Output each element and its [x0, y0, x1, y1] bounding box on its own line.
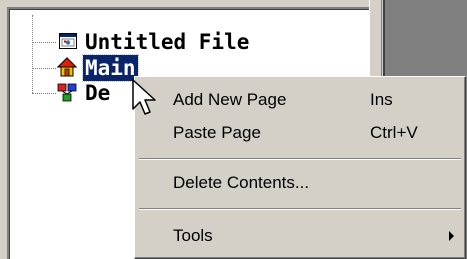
app-window: Untitled File Main De Add New Page Ins P…: [0, 0, 467, 259]
submenu-arrow-icon: [449, 231, 454, 241]
menu-separator: [139, 158, 461, 160]
tree-node-label[interactable]: De: [83, 80, 112, 106]
tree-connector: [32, 68, 56, 69]
network-pages-icon: [57, 83, 77, 102]
tree-connector: [32, 93, 56, 94]
tree-node-label[interactable]: Untitled File: [83, 29, 251, 55]
menu-item-add-new-page[interactable]: Add New Page Ins: [138, 84, 462, 116]
menu-item-delete-contents[interactable]: Delete Contents...: [138, 167, 462, 199]
menu-item-label: Delete Contents...: [173, 173, 310, 192]
tree-node-label[interactable]: Main: [82, 54, 139, 82]
menu-item-label: Paste Page: [173, 123, 261, 142]
home-icon: [57, 57, 77, 77]
menu-item-shortcut: Ctrl+V: [370, 123, 418, 142]
menu-item-paste-page[interactable]: Paste Page Ctrl+V: [138, 117, 462, 149]
menu-item-tools[interactable]: Tools: [138, 220, 462, 252]
menu-item-shortcut: Ins: [370, 90, 393, 109]
menu-item-label: Tools: [173, 226, 213, 245]
tree-connector: [32, 42, 56, 43]
file-window-icon: [59, 33, 77, 49]
menu-separator: [139, 208, 461, 210]
context-menu: Add New Page Ins Paste Page Ctrl+V Delet…: [134, 76, 466, 259]
tree-connector: [32, 15, 33, 93]
mouse-cursor-icon: [132, 79, 156, 115]
menu-item-label: Add New Page: [173, 90, 287, 109]
